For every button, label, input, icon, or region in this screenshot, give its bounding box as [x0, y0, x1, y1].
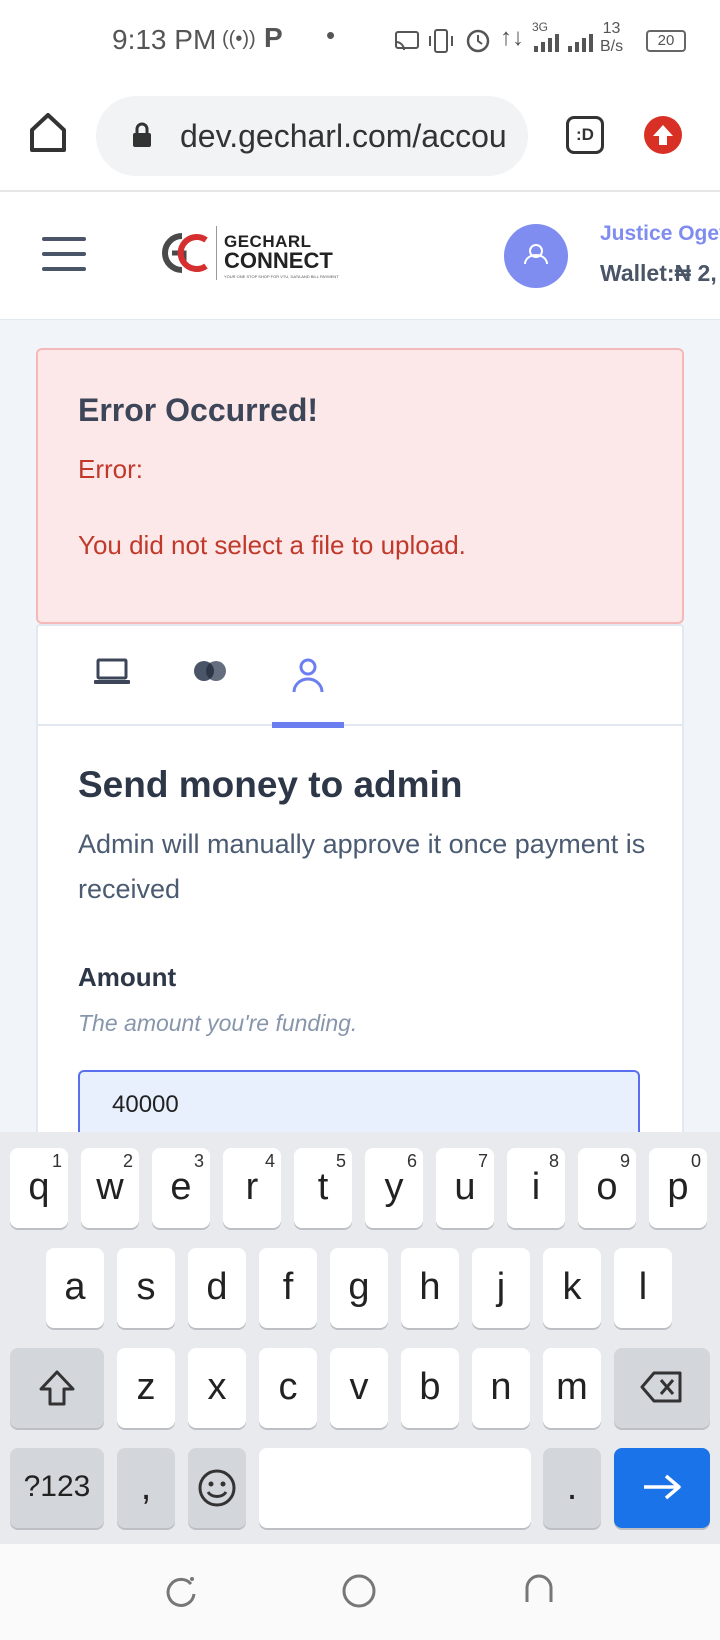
key-z[interactable]: z	[117, 1348, 175, 1428]
key-l[interactable]: l	[614, 1248, 672, 1328]
arrow-up-icon	[653, 125, 673, 145]
avatar[interactable]	[504, 224, 568, 288]
laptop-icon	[94, 658, 130, 684]
alert-title: Error Occurred!	[78, 392, 319, 428]
p-app-icon: P	[264, 22, 283, 53]
logo-divider	[216, 226, 217, 280]
key-s[interactable]: s	[117, 1248, 175, 1328]
amount-label: Amount	[78, 962, 177, 992]
alarm-icon	[466, 29, 490, 53]
address-bar[interactable]: dev.gecharl.com/accou	[96, 96, 528, 176]
recents-icon[interactable]	[164, 1574, 198, 1608]
user-avatar-icon	[524, 244, 548, 265]
back-icon[interactable]	[522, 1572, 556, 1606]
lock-icon	[133, 122, 151, 147]
hotspot-icon: ((•))	[222, 28, 256, 50]
period-key[interactable]: .	[543, 1448, 601, 1528]
site-header: GECHARL CONNECT YOUR ONE STOP SHOP FOR V…	[0, 192, 720, 320]
key-j[interactable]: j	[472, 1248, 530, 1328]
key-r[interactable]: r4	[223, 1148, 281, 1228]
backspace-icon	[640, 1371, 682, 1403]
amount-input[interactable]	[78, 1070, 640, 1132]
shift-key[interactable]	[10, 1348, 104, 1428]
emoji-icon	[198, 1469, 236, 1507]
mastercard-icon	[194, 661, 226, 681]
key-g[interactable]: g	[330, 1248, 388, 1328]
status-bar: 9:13 PM ((•)) P • ↑↓ 3G 13 B/s 20	[0, 0, 720, 82]
comma-key[interactable]: ,	[117, 1448, 175, 1528]
tabs-button[interactable]: :D	[566, 116, 604, 154]
backspace-key[interactable]	[614, 1348, 710, 1428]
url-text: dev.gecharl.com/accou	[180, 118, 507, 154]
tab-admin[interactable]	[272, 626, 344, 728]
page-description: Admin will manually approve it once paym…	[78, 829, 646, 904]
user-name[interactable]: Justice Ogey	[600, 222, 720, 246]
key-w[interactable]: w2	[81, 1148, 139, 1228]
system-nav-bar	[0, 1544, 720, 1640]
dot-icon: •	[326, 20, 336, 50]
key-v[interactable]: v	[330, 1348, 388, 1428]
tab-mastercard[interactable]	[174, 626, 246, 726]
wallet-balance: Wallet:₦ 2,	[600, 260, 717, 286]
key-h[interactable]: h	[401, 1248, 459, 1328]
vibrate-icon	[429, 29, 453, 53]
logo-text-line2: CONNECT	[224, 248, 333, 273]
alert-label: Error:	[78, 454, 143, 484]
main-content: Error Occurred! Error: You did not selec…	[0, 320, 720, 1132]
payment-card: Send money to admin Admin will manually …	[36, 624, 684, 1132]
soft-keyboard: q1 w2 e3 r4 t5 y6 u7 i8 o9 p0 a s d f g …	[0, 1132, 720, 1544]
logo-tagline: YOUR ONE STOP SHOP FOR VTU, DATA AND BIL…	[224, 274, 339, 279]
data-arrows-icon: ↑↓	[500, 24, 524, 51]
gecharl-logo-icon	[162, 233, 208, 273]
signal-bars-icon	[534, 34, 593, 52]
key-n[interactable]: n	[472, 1348, 530, 1428]
alert-message: You did not select a file to upload.	[78, 530, 466, 560]
key-x[interactable]: x	[188, 1348, 246, 1428]
key-o[interactable]: o9	[578, 1148, 636, 1228]
tab-laptop[interactable]	[76, 626, 148, 726]
arrow-right-icon	[644, 1474, 681, 1500]
key-k[interactable]: k	[543, 1248, 601, 1328]
key-a[interactable]: a	[46, 1248, 104, 1328]
shift-icon	[39, 1370, 75, 1406]
key-t[interactable]: t5	[294, 1148, 352, 1228]
amount-hint: The amount you're funding.	[78, 1010, 358, 1036]
key-d[interactable]: d	[188, 1248, 246, 1328]
key-u[interactable]: u7	[436, 1148, 494, 1228]
key-b[interactable]: b	[401, 1348, 459, 1428]
battery-icon: 20	[646, 30, 686, 52]
key-f[interactable]: f	[259, 1248, 317, 1328]
status-time: 9:13 PM	[112, 24, 217, 55]
key-p[interactable]: p0	[649, 1148, 707, 1228]
key-i[interactable]: i8	[507, 1148, 565, 1228]
enter-key[interactable]	[614, 1448, 710, 1528]
payment-method-tabs	[38, 626, 682, 728]
upload-button[interactable]	[644, 116, 682, 154]
emoji-key[interactable]	[188, 1448, 246, 1528]
home-icon[interactable]	[28, 110, 68, 154]
space-key[interactable]	[259, 1448, 531, 1528]
key-q[interactable]: q1	[10, 1148, 68, 1228]
key-y[interactable]: y6	[365, 1148, 423, 1228]
key-c[interactable]: c	[259, 1348, 317, 1428]
network-speed: 13 B/s	[600, 20, 624, 55]
page-title: Send money to admin	[78, 764, 463, 805]
symbols-key[interactable]: ?123	[10, 1448, 104, 1528]
home-nav-icon[interactable]	[340, 1572, 378, 1610]
error-alert: Error Occurred! Error: You did not selec…	[36, 348, 684, 624]
browser-toolbar: dev.gecharl.com/accou :D	[0, 82, 720, 192]
cast-icon	[395, 31, 419, 51]
user-icon	[292, 658, 324, 693]
menu-icon[interactable]	[42, 237, 86, 271]
key-e[interactable]: e3	[152, 1148, 210, 1228]
key-m[interactable]: m	[543, 1348, 601, 1428]
